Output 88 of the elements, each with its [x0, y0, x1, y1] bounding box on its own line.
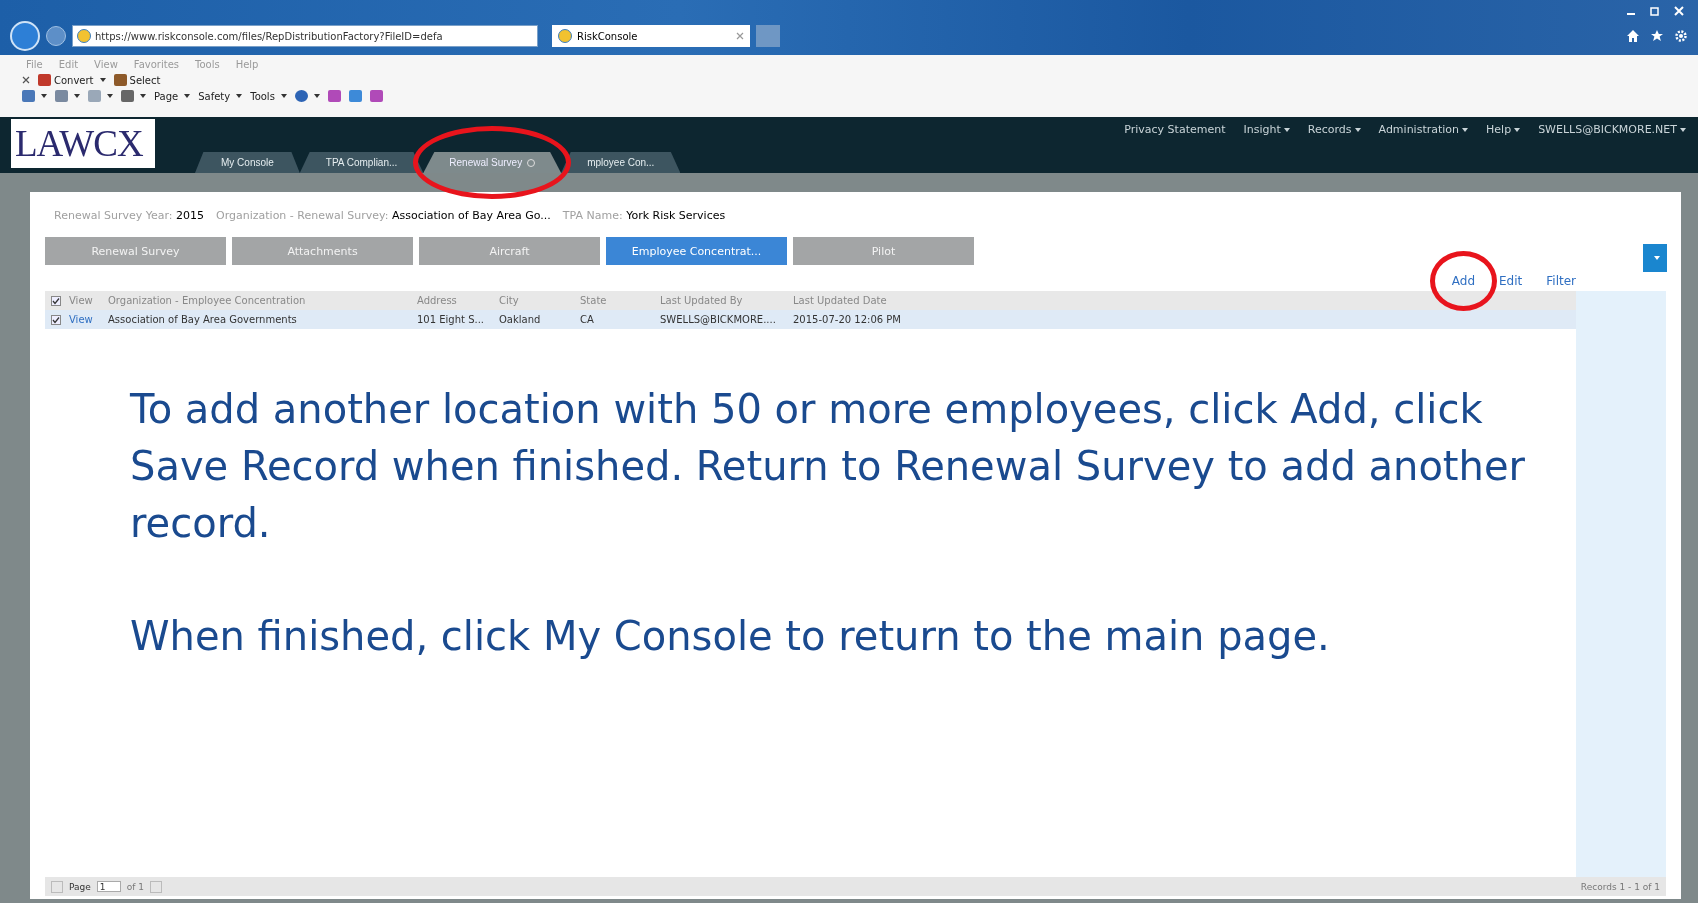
caret-icon: [74, 94, 80, 98]
back-button[interactable]: [10, 21, 40, 51]
caret-icon: [1680, 127, 1686, 132]
toolbar-label: Tools: [250, 90, 275, 102]
table-row[interactable]: View Association of Bay Area Governments 101 Eight S... Oakland CA SWELLS@BICKMORE.... 2015-07-20 12:06 PM: [45, 310, 1576, 329]
caret-icon: [140, 94, 146, 98]
caret-icon: [1462, 127, 1469, 132]
tab-title: RiskConsole: [577, 30, 638, 42]
nav-link[interactable]: Administration: [1378, 123, 1469, 136]
table-cell-text: SWELLS@BICKMORE....: [660, 314, 777, 325]
nav-link[interactable]: SWELLS@BICKMORE.NET: [1538, 123, 1686, 136]
column-header[interactable]: Last Updated By: [660, 295, 793, 306]
page-field[interactable]: 1: [96, 881, 121, 892]
table-cell-text: 101 Eight S...: [417, 314, 486, 325]
caret-icon: [280, 94, 287, 98]
column-header[interactable]: City: [499, 295, 580, 306]
toolbar-button[interactable]: [55, 90, 80, 102]
caret-icon: [107, 94, 113, 98]
home-icon[interactable]: [1626, 29, 1640, 43]
close-icon[interactable]: [736, 32, 744, 40]
column-header[interactable]: Last Updated Date: [793, 295, 963, 306]
checkbox[interactable]: [51, 314, 61, 325]
menu-item[interactable]: File: [26, 59, 43, 70]
menu-item[interactable]: Tools: [195, 59, 220, 70]
menu-item[interactable]: Edit: [58, 59, 79, 70]
toolbar-button[interactable]: Safety: [198, 90, 243, 102]
table-cell-text: 2015-07-20 12:06 PM: [793, 314, 902, 325]
tab[interactable]: Renewal Survey: [423, 152, 562, 173]
menu-item[interactable]: View: [94, 59, 118, 70]
logo: LAWCX: [11, 119, 155, 168]
toolbar-label: Safety: [198, 90, 231, 102]
table-cell-text: CA: [580, 314, 595, 325]
toolbar-button[interactable]: Convert: [38, 74, 106, 86]
url-text: https://www.riskconsole.com/files/RepDistributionFactory?FileID=defa: [95, 30, 443, 42]
toolbar-button[interactable]: Tools: [250, 90, 287, 102]
caret-icon: [1283, 127, 1290, 132]
caret-icon: [1653, 256, 1660, 260]
nav-link[interactable]: Help: [1486, 123, 1521, 136]
action-link[interactable]: Edit: [1499, 274, 1523, 288]
record-field: TPA Name: York Risk Services: [562, 209, 726, 225]
address-bar[interactable]: https://www.riskconsole.com/files/RepDistributionFactory?FileID=defa: [72, 25, 538, 47]
toolbar-button[interactable]: Page: [154, 90, 191, 102]
record-count: Records 1 - 1 of 1: [1580, 881, 1661, 892]
view-link[interactable]: View: [69, 314, 108, 325]
toolbar-button[interactable]: [121, 90, 146, 102]
toolbar-button[interactable]: [88, 90, 113, 102]
action-link[interactable]: Filter: [1546, 274, 1576, 288]
menu-item[interactable]: Favorites: [133, 59, 179, 70]
record-field: Renewal Survey Year: 2015: [54, 209, 204, 225]
pager-label: of 1: [126, 881, 145, 892]
toolbar-label: Select: [129, 74, 161, 86]
toolbar-label: Page: [154, 90, 179, 102]
close-icon[interactable]: [22, 76, 30, 84]
column-header[interactable]: State: [580, 295, 660, 306]
instruction-text: To add another location with 50 or more employees, click Add, click Save Record when finished. Return to Renewal Survey to add another record.: [130, 385, 1526, 548]
settings-icon[interactable]: [1674, 29, 1688, 43]
caret-icon: [1354, 127, 1361, 132]
toolbar-button[interactable]: Select: [113, 74, 161, 86]
star-icon[interactable]: [1650, 29, 1664, 43]
caret-icon: [99, 78, 106, 82]
toolbar-button[interactable]: [22, 90, 47, 102]
forward-button[interactable]: [46, 26, 66, 46]
caret-icon: [184, 94, 191, 98]
caret-icon: [236, 94, 243, 98]
column-header[interactable]: View: [69, 295, 108, 306]
toolbar-label: Convert: [54, 74, 94, 86]
nav-link[interactable]: Records: [1307, 123, 1361, 136]
table-cell-text: Association of Bay Area Governments: [108, 314, 298, 325]
menu-item[interactable]: Help: [235, 59, 259, 70]
caret-icon: [41, 94, 47, 98]
record-field: Organization - Renewal Survey: Association of Bay Area Go...: [216, 209, 551, 225]
instruction-text: When finished, click My Console to return to the main page.: [130, 612, 1331, 661]
caret-icon: [313, 94, 320, 98]
nav-link[interactable]: Privacy Statement: [1124, 123, 1226, 136]
caret-icon: [1514, 127, 1521, 132]
restore-icon[interactable]: [1650, 6, 1660, 16]
pager-label: Page: [69, 881, 91, 892]
column-header[interactable]: Address: [417, 295, 499, 306]
browser-tab[interactable]: RiskConsole: [552, 25, 750, 47]
tab[interactable]: TPA Complian...: [299, 152, 424, 173]
column-header[interactable]: Organization - Employee Concentration: [108, 295, 417, 306]
table-cell-text: Oakland: [499, 314, 542, 325]
toolbar-button[interactable]: [294, 90, 320, 102]
nav-link[interactable]: Insight: [1243, 123, 1290, 136]
section-tab[interactable]: Employee Concentrat...: [606, 237, 787, 265]
checkbox[interactable]: [51, 295, 61, 306]
action-link[interactable]: Add: [1451, 274, 1476, 288]
tab[interactable]: My Console: [195, 152, 300, 173]
